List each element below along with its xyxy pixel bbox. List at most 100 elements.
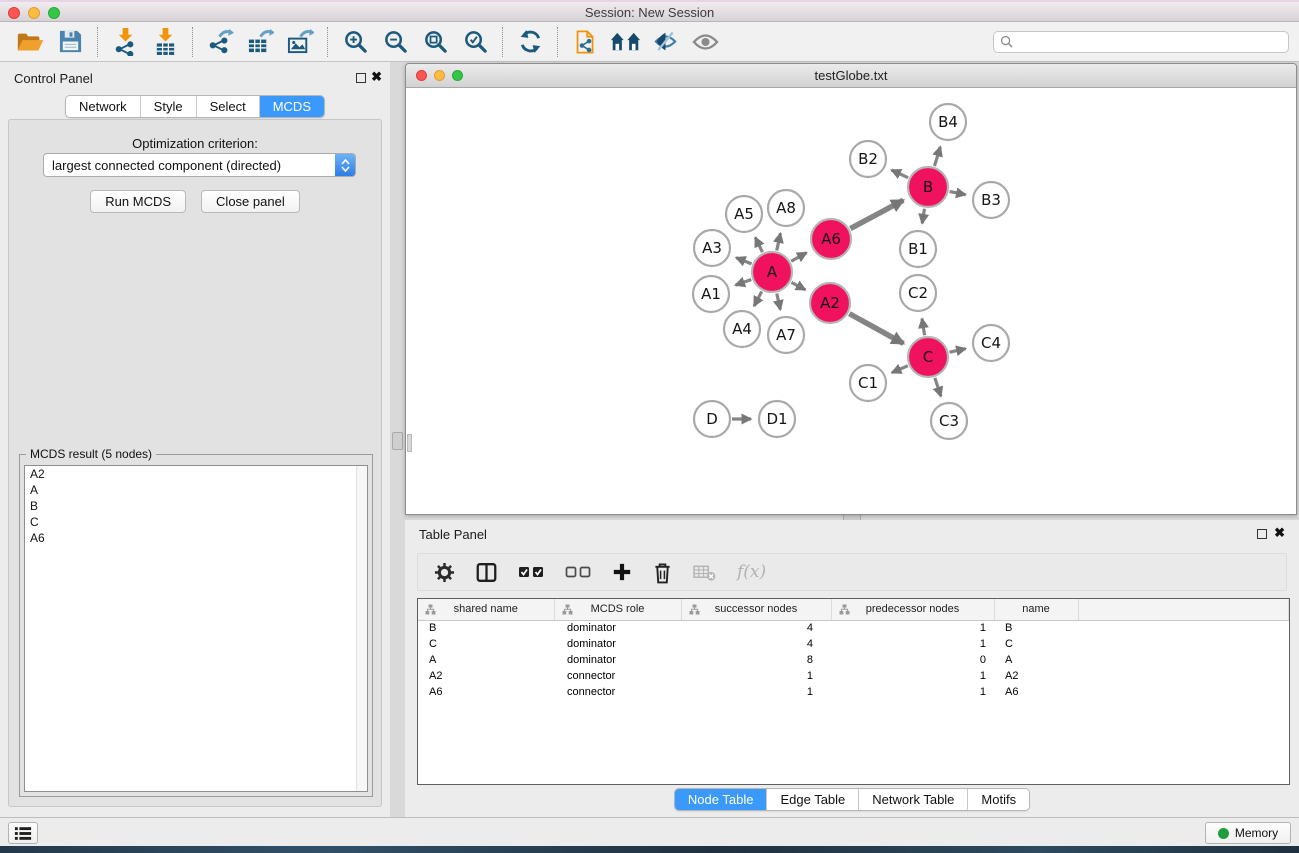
search-field[interactable] — [993, 31, 1289, 53]
table-row[interactable]: A2connector11A2 — [418, 668, 1289, 684]
open-session-network-icon[interactable] — [565, 25, 605, 59]
import-table-icon[interactable] — [145, 25, 185, 59]
graph-node-A1[interactable]: A1 — [693, 276, 729, 312]
vertical-splitter-handle[interactable] — [392, 432, 403, 450]
graph-node-B2[interactable]: B2 — [850, 141, 886, 177]
table-row[interactable]: Bdominator41B — [418, 620, 1289, 636]
mcds-result-list[interactable]: A2ABCA6 — [24, 465, 368, 792]
graph-node-A6[interactable]: A6 — [811, 219, 851, 259]
split-view-icon[interactable] — [476, 562, 497, 583]
table-cell[interactable]: dominator — [554, 652, 681, 668]
graph-edge-A-A7[interactable] — [777, 293, 781, 309]
mcds-result-item-b[interactable]: B — [25, 498, 367, 514]
tab-mcds[interactable]: MCDS — [260, 96, 324, 117]
float-table-panel-icon[interactable] — [1257, 529, 1267, 539]
graph-node-D1[interactable]: D1 — [759, 401, 795, 437]
home-icon[interactable] — [605, 25, 645, 59]
export-network-icon[interactable] — [200, 25, 240, 59]
table-cell[interactable]: A2 — [418, 668, 554, 684]
graph-node-B1[interactable]: B1 — [900, 231, 936, 267]
table-cell[interactable]: connector — [554, 668, 681, 684]
canvas-edge-handle[interactable] — [407, 434, 412, 452]
table-cell[interactable]: 1 — [831, 684, 994, 700]
memory-button[interactable]: Memory — [1205, 822, 1291, 844]
column-header-predecessor-nodes[interactable]: predecessor nodes — [831, 599, 994, 620]
graph-node-A3[interactable]: A3 — [694, 230, 730, 266]
table-cell[interactable]: dominator — [554, 636, 681, 652]
graph-node-A7[interactable]: A7 — [768, 317, 804, 353]
add-column-icon[interactable] — [612, 562, 632, 582]
table-cell[interactable]: 1 — [681, 684, 831, 700]
unselect-all-columns-icon[interactable] — [565, 566, 591, 578]
search-input[interactable] — [1017, 33, 1288, 51]
mcds-result-item-a2[interactable]: A2 — [25, 466, 367, 482]
table-cell[interactable]: A — [994, 652, 1078, 668]
table-cell[interactable]: A — [418, 652, 554, 668]
graph-node-B[interactable]: B — [908, 167, 948, 207]
graph-node-A5[interactable]: A5 — [726, 196, 762, 232]
run-mcds-button[interactable]: Run MCDS — [90, 190, 186, 213]
table-settings-icon[interactable] — [434, 562, 455, 583]
table-cell[interactable]: 1 — [831, 668, 994, 684]
zoom-fit-icon[interactable] — [415, 25, 455, 59]
delete-table-icon[interactable] — [693, 563, 716, 582]
tab-style[interactable]: Style — [141, 96, 197, 117]
table-cell[interactable]: 1 — [681, 668, 831, 684]
open-file-icon[interactable] — [10, 25, 50, 59]
graph-node-A2[interactable]: A2 — [810, 283, 850, 323]
graph-edge-A-A6[interactable] — [791, 253, 806, 262]
graph-edge-B-B2[interactable] — [892, 170, 909, 178]
graph-edge-A-A5[interactable] — [755, 237, 762, 252]
criterion-dropdown[interactable]: largest connected component (directed) — [43, 153, 356, 177]
graph-edge-A-A4[interactable] — [754, 291, 762, 306]
graph-node-D[interactable]: D — [694, 401, 730, 437]
graph-edge-A2-C[interactable] — [849, 314, 903, 344]
graph-node-C3[interactable]: C3 — [931, 403, 967, 439]
delete-column-icon[interactable] — [653, 561, 672, 584]
graph-node-C4[interactable]: C4 — [973, 325, 1009, 361]
table-cell[interactable]: B — [418, 620, 554, 636]
apply-function-icon[interactable]: f(x) — [737, 562, 766, 582]
table-cell[interactable]: C — [994, 636, 1078, 652]
table-cell[interactable]: A6 — [994, 684, 1078, 700]
graphics-details-icon[interactable] — [645, 25, 685, 59]
graph-node-A[interactable]: A — [752, 252, 792, 292]
float-panel-icon[interactable] — [356, 73, 366, 83]
graph-edge-A-A1[interactable] — [735, 279, 751, 285]
zoom-selected-icon[interactable] — [455, 25, 495, 59]
table-row[interactable]: A6connector11A6 — [418, 684, 1289, 700]
birds-eye-view-icon[interactable] — [685, 25, 725, 59]
table-cell[interactable]: connector — [554, 684, 681, 700]
tab-network-table[interactable]: Network Table — [859, 789, 968, 810]
column-header-successor-nodes[interactable]: successor nodes — [681, 599, 831, 620]
refresh-icon[interactable] — [510, 25, 550, 59]
close-panel-icon[interactable]: ✖ — [371, 70, 382, 84]
tab-select[interactable]: Select — [197, 96, 260, 117]
graph-node-B3[interactable]: B3 — [973, 182, 1009, 218]
graph-edge-A-A2[interactable] — [791, 282, 805, 289]
network-window-titlebar[interactable]: testGlobe.txt — [406, 64, 1296, 88]
zoom-in-icon[interactable] — [335, 25, 375, 59]
graph-edge-B-B4[interactable] — [934, 147, 940, 166]
graph-edge-C-C1[interactable] — [892, 366, 908, 373]
column-header-name[interactable]: name — [994, 599, 1078, 620]
table-cell[interactable]: 1 — [831, 636, 994, 652]
graph-edge-A-A8[interactable] — [777, 233, 781, 250]
table-row[interactable]: Adominator80A — [418, 652, 1289, 668]
graph-edge-C-C4[interactable] — [949, 349, 965, 353]
column-header-shared-name[interactable]: shared name — [418, 599, 554, 620]
graph-edge-C-C2[interactable] — [922, 319, 925, 336]
table-cell[interactable]: C — [418, 636, 554, 652]
network-canvas[interactable]: AA1A2A3A4A5A6A7A8BB1B2B3B4CC1C2C3C4DD1 — [407, 89, 1295, 514]
export-table-icon[interactable] — [240, 25, 280, 59]
graph-edge-A6-B[interactable] — [850, 200, 903, 228]
tab-edge-table[interactable]: Edge Table — [767, 789, 859, 810]
graph-edge-C-C3[interactable] — [935, 378, 941, 396]
table-cell[interactable]: A6 — [418, 684, 554, 700]
export-image-icon[interactable] — [280, 25, 320, 59]
graph-edge-A-A3[interactable] — [736, 258, 751, 264]
column-header-mcds-role[interactable]: MCDS role — [554, 599, 681, 620]
graph-node-B4[interactable]: B4 — [930, 104, 966, 140]
table-cell[interactable]: 0 — [831, 652, 994, 668]
scrollbar-track[interactable] — [356, 466, 367, 791]
